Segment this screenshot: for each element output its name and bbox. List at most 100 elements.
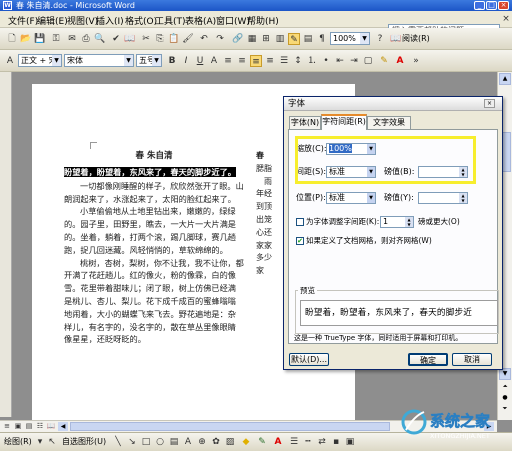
decrease-indent-icon[interactable]: ⇤ bbox=[334, 55, 346, 67]
font-size-select[interactable]: 五号 ▼ bbox=[136, 54, 162, 67]
highlight-icon[interactable]: ✎ bbox=[378, 55, 390, 67]
select-objects-icon[interactable]: ↖ bbox=[46, 436, 58, 448]
font-color-icon[interactable]: A bbox=[394, 55, 406, 67]
line-spacing-icon[interactable]: ↕ bbox=[292, 55, 304, 67]
line-color-icon[interactable]: ✎ bbox=[256, 436, 268, 448]
minimize-icon[interactable]: _ bbox=[474, 1, 485, 10]
kerning-input[interactable]: 1 ▲ ▼ bbox=[380, 216, 414, 228]
show-hide-icon[interactable]: ¶ bbox=[316, 33, 328, 45]
close-icon[interactable]: × bbox=[498, 1, 509, 10]
reading-view-icon[interactable]: 📖 bbox=[46, 421, 56, 431]
3d-icon[interactable]: ▣ bbox=[344, 436, 356, 448]
print-icon[interactable]: ⎙ bbox=[80, 33, 92, 45]
tables-borders-icon[interactable]: ▦ bbox=[246, 33, 258, 45]
picture-icon[interactable]: ▨ bbox=[224, 436, 236, 448]
distributed-icon[interactable]: ☰ bbox=[278, 55, 290, 67]
copy-icon[interactable]: ⎘ bbox=[154, 33, 166, 45]
styles-pane-icon[interactable]: A bbox=[4, 55, 16, 67]
kerning-checkbox[interactable] bbox=[296, 218, 304, 226]
default-button[interactable]: 默认(D)... bbox=[289, 353, 329, 366]
draw-menu[interactable]: 绘图(R) bbox=[4, 436, 32, 448]
italic-icon[interactable]: I bbox=[180, 55, 192, 67]
line-icon[interactable]: ╲ bbox=[112, 436, 124, 448]
research-icon[interactable]: 📖 bbox=[124, 33, 136, 45]
horizontal-scroll-thumb[interactable] bbox=[70, 422, 390, 431]
menu-window[interactable]: 窗口(W) bbox=[216, 14, 250, 27]
scroll-up-icon[interactable]: ▲ bbox=[499, 73, 511, 85]
drawing-icon[interactable]: ✎ bbox=[288, 33, 300, 45]
align-center-icon[interactable]: ≡ bbox=[236, 55, 248, 67]
zoom-select[interactable]: 100% ▼ bbox=[330, 32, 370, 45]
menu-view[interactable]: 视图(V) bbox=[67, 14, 98, 27]
font-color-icon[interactable]: A bbox=[272, 436, 284, 448]
style-select[interactable]: 正文 + 宋体 ▼ bbox=[18, 54, 62, 67]
scroll-left-icon[interactable]: ◀ bbox=[58, 422, 68, 431]
menu-insert[interactable]: 插入(I) bbox=[96, 14, 124, 27]
spinner-icon[interactable]: ▲ ▼ bbox=[459, 193, 467, 203]
menu-edit[interactable]: 编辑(E) bbox=[37, 14, 68, 27]
font-select[interactable]: 宋体 ▼ bbox=[64, 54, 134, 67]
outline-view-icon[interactable]: ☷ bbox=[35, 421, 45, 431]
bold-icon[interactable]: B bbox=[166, 55, 178, 67]
print-layout-icon[interactable]: ▤ bbox=[24, 421, 34, 431]
char-border-icon[interactable]: A bbox=[208, 55, 220, 67]
new-document-icon[interactable]: 🗋 bbox=[6, 33, 18, 45]
previous-page-icon[interactable]: ⏶ bbox=[499, 382, 511, 392]
dialog-titlebar[interactable]: 字体 × bbox=[284, 97, 502, 111]
shadow-icon[interactable]: ▪ bbox=[330, 436, 342, 448]
reading-mode-label[interactable]: 阅读(R) bbox=[402, 33, 430, 45]
numbering-icon[interactable]: ⒈ bbox=[306, 55, 318, 67]
wordart-icon[interactable]: A bbox=[182, 436, 194, 448]
columns-icon[interactable]: ▥ bbox=[274, 33, 286, 45]
bullets-icon[interactable]: • bbox=[320, 55, 332, 67]
document-body[interactable]: 春 朱自清 盼望着，盼望着，东风来了，春天的脚步近了。 一切都像刚睡醒的样子，欣… bbox=[64, 150, 244, 346]
format-painter-icon[interactable]: 🖌 bbox=[182, 33, 194, 45]
increase-indent-icon[interactable]: ⇥ bbox=[348, 55, 360, 67]
maximize-icon[interactable]: □ bbox=[486, 1, 497, 10]
menu-table[interactable]: 表格(A) bbox=[185, 14, 216, 27]
paste-icon[interactable]: 📋 bbox=[168, 33, 180, 45]
snap-to-grid-checkbox[interactable]: ✔ bbox=[296, 237, 304, 245]
help-icon[interactable]: ? bbox=[374, 33, 386, 45]
align-left-icon[interactable]: ≡ bbox=[222, 55, 234, 67]
arrow-style-icon[interactable]: ⇄ bbox=[316, 436, 328, 448]
rectangle-icon[interactable]: □ bbox=[140, 436, 152, 448]
arrow-icon[interactable]: ↘ bbox=[126, 436, 138, 448]
normal-view-icon[interactable]: ≡ bbox=[2, 421, 12, 431]
autoshapes-menu[interactable]: 自选图形(U) bbox=[62, 436, 106, 448]
dash-style-icon[interactable]: ┅ bbox=[302, 436, 314, 448]
text-box-icon[interactable]: ▤ bbox=[168, 436, 180, 448]
hyperlink-icon[interactable]: 🔗 bbox=[232, 33, 244, 45]
spelling-icon[interactable]: ✔ bbox=[110, 33, 122, 45]
line-style-icon[interactable]: ☰ bbox=[288, 436, 300, 448]
dialog-close-icon[interactable]: × bbox=[484, 99, 495, 108]
justify-icon[interactable]: ≡ bbox=[250, 55, 262, 67]
menu-help[interactable]: 帮助(H) bbox=[247, 14, 279, 27]
spinner-icon[interactable]: ▲ ▼ bbox=[405, 217, 413, 227]
window-titlebar[interactable]: W 春 朱自清.doc - Microsoft Word _ □ × bbox=[0, 0, 512, 11]
selected-paragraph[interactable]: 盼望着，盼望着，东风来了，春天的脚步近了。 bbox=[64, 165, 244, 180]
reading-mode-icon[interactable]: 📖 bbox=[390, 33, 402, 45]
permission-icon[interactable]: ⚿ bbox=[50, 33, 62, 45]
undo-icon[interactable]: ↶ bbox=[198, 33, 210, 45]
tab-font[interactable]: 字体(N) bbox=[289, 116, 321, 129]
email-icon[interactable]: ✉ bbox=[66, 33, 78, 45]
cancel-button[interactable]: 取消 bbox=[452, 353, 492, 366]
save-icon[interactable]: 💾 bbox=[34, 33, 46, 45]
fill-color-icon[interactable]: ◆ bbox=[240, 436, 252, 448]
redo-icon[interactable]: ↷ bbox=[214, 33, 226, 45]
clip-art-icon[interactable]: ✿ bbox=[210, 436, 222, 448]
web-view-icon[interactable]: ▣ bbox=[13, 421, 23, 431]
tab-character-spacing[interactable]: 字符间距(R) bbox=[321, 114, 367, 130]
toolbar-options-icon[interactable]: » bbox=[410, 55, 422, 67]
align-right-icon[interactable]: ≡ bbox=[264, 55, 276, 67]
ok-button[interactable]: 确定 bbox=[408, 353, 448, 366]
print-preview-icon[interactable]: 🔍 bbox=[94, 33, 106, 45]
tab-text-effects[interactable]: 文字效果(X) bbox=[367, 116, 411, 139]
open-folder-icon[interactable]: 📂 bbox=[20, 33, 32, 45]
diagram-icon[interactable]: ⊕ bbox=[196, 436, 208, 448]
document-map-icon[interactable]: ▤ bbox=[302, 33, 314, 45]
position-by-input[interactable]: ▲ ▼ bbox=[418, 192, 468, 204]
position-select[interactable]: 标准 ▼ bbox=[326, 192, 376, 204]
cut-icon[interactable]: ✂ bbox=[140, 33, 152, 45]
